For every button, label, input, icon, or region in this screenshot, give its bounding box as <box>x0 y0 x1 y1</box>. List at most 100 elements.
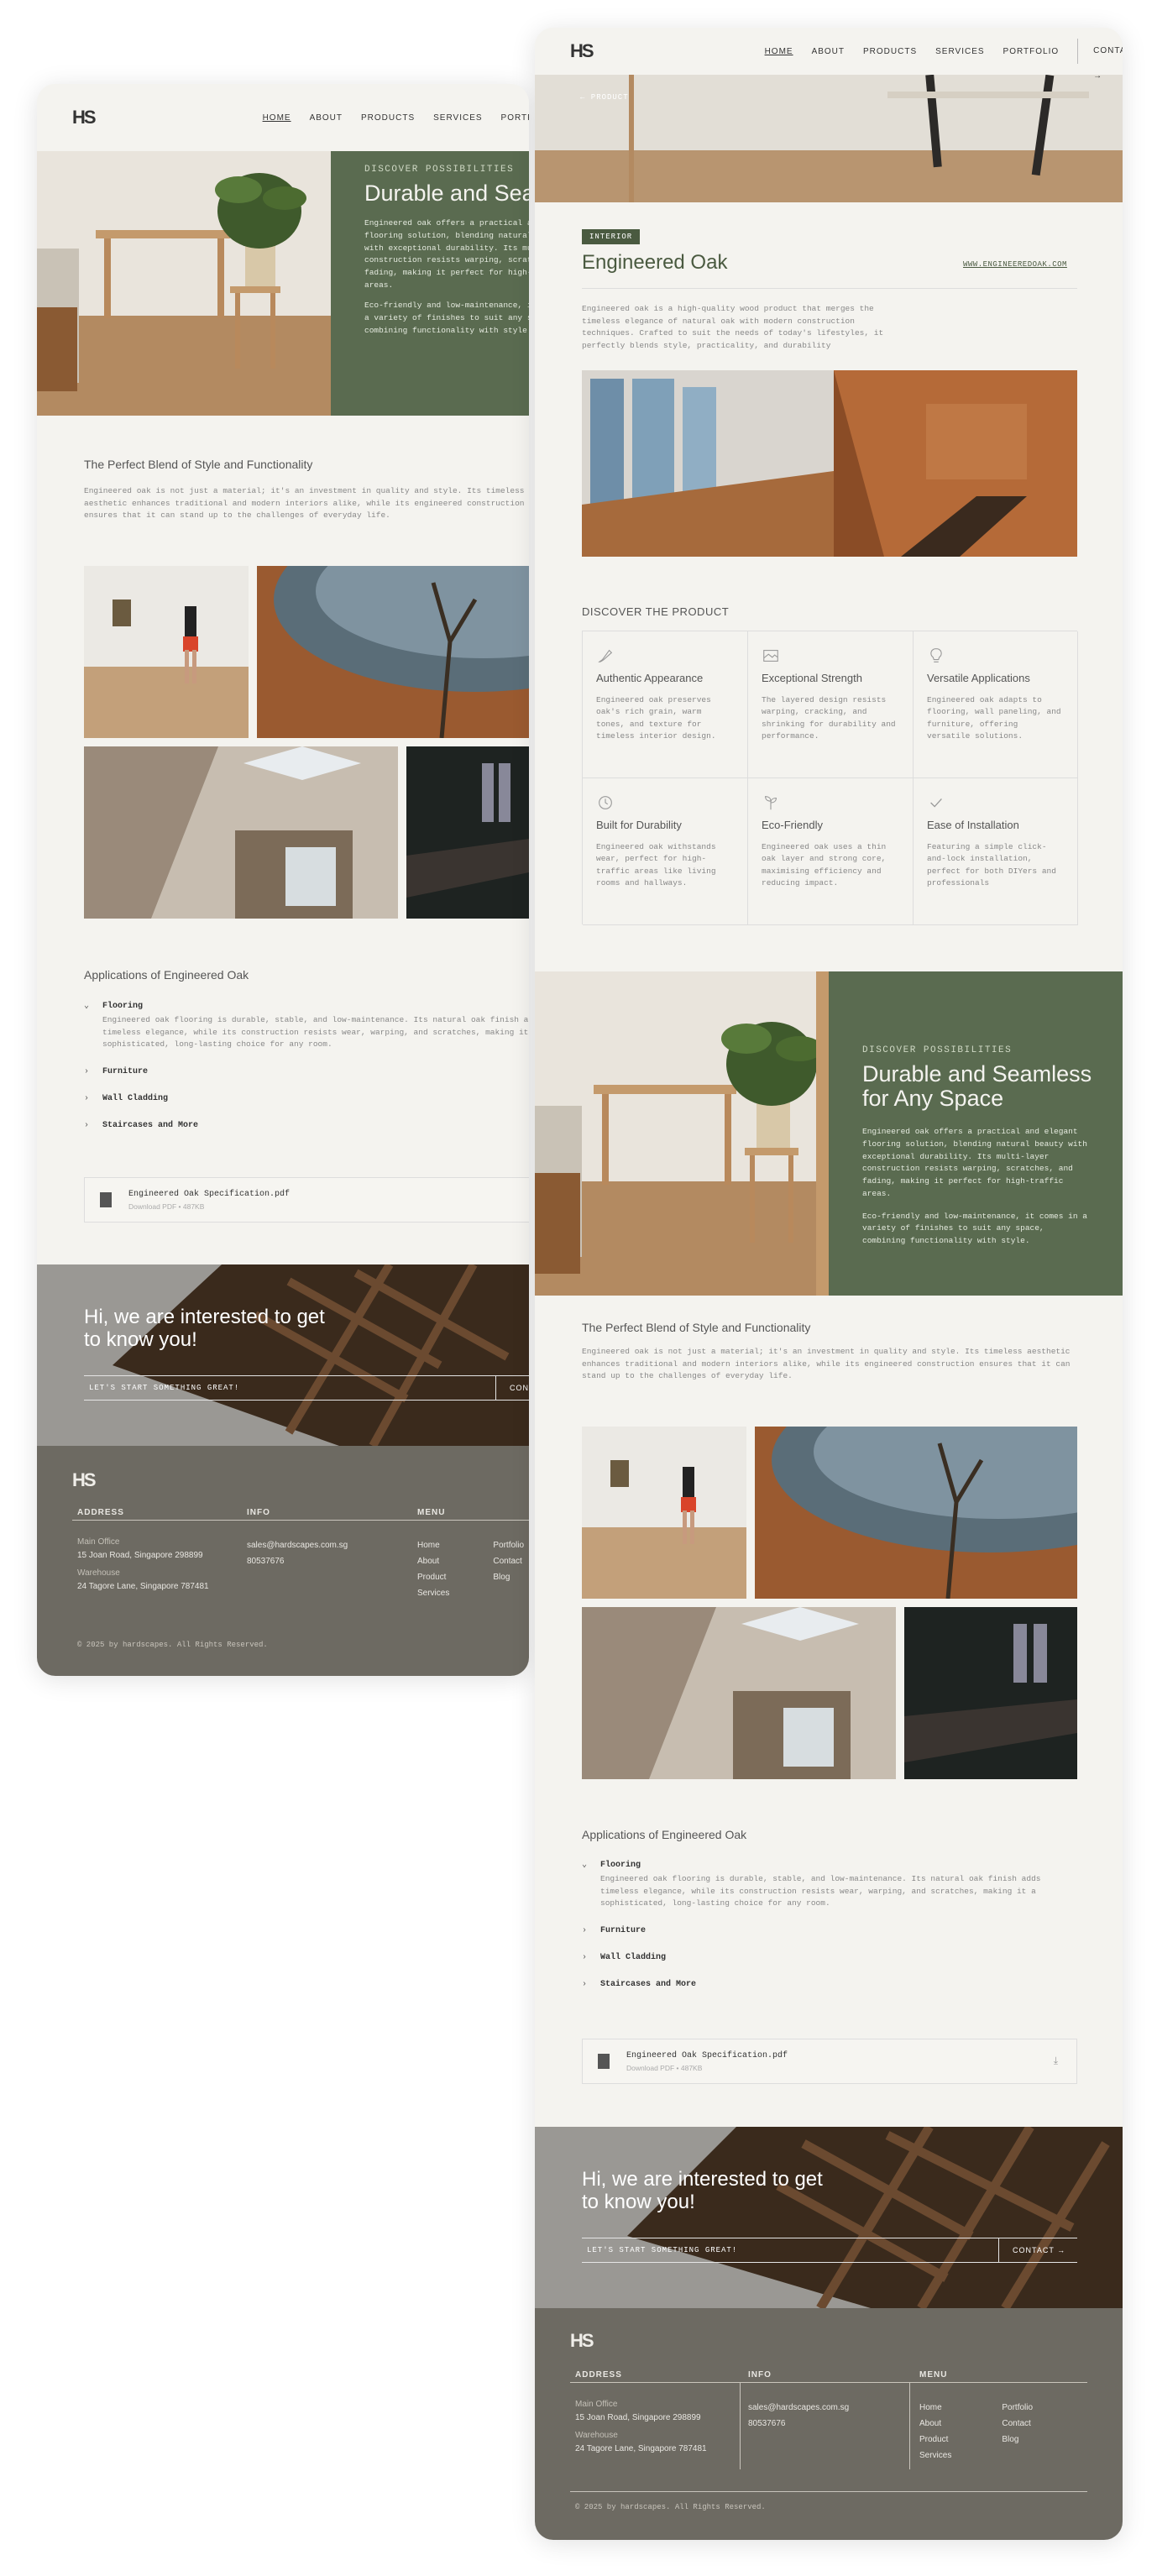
nav-home[interactable]: HOME <box>263 113 291 123</box>
blend-heading: The Perfect Blend of Style and Functiona… <box>582 1321 811 1334</box>
hero-title: Durable and Seamless for Any Space <box>862 1061 1092 1112</box>
hero-panel: DISCOVER POSSIBILITIES Durable and Seaml… <box>829 971 1123 1296</box>
gallery-image-3 <box>582 1607 896 1779</box>
sprout-icon <box>765 796 777 810</box>
product-feature-image <box>582 370 1077 557</box>
top-nav: HS HOME ABOUT PRODUCTS SERVICES PORTFOLI… <box>535 28 1123 81</box>
footer-copyright: © 2025 by hardscapes. All Rights Reserve… <box>575 2503 766 2511</box>
blend-heading: The Perfect Blend of Style and Functiona… <box>84 458 313 471</box>
feature-card: Authentic Appearance Engineered oak pres… <box>583 631 748 778</box>
hero-text: Engineered oak offers a practical and el… <box>862 1127 1087 1198</box>
accordion-flooring-text: Engineered oak flooring is durable, stab… <box>600 1874 1041 1908</box>
pdf-icon <box>100 1192 112 1207</box>
hero-panel: DISCOVER POSSIBILITIES Durable and Seaml… <box>331 131 529 416</box>
product-title: Engineered Oak <box>582 251 728 274</box>
footer: HS ADDRESS Main Office 15 Joan Road, Sin… <box>37 1446 529 1676</box>
download-icon[interactable]: ⤓ <box>1054 2055 1058 2067</box>
hero-kicker: DISCOVER POSSIBILITIES <box>364 165 515 175</box>
footer-info: INFO sales@hardscapes.com.sg 80537676 <box>748 2367 849 2432</box>
accordion-wall-cladding[interactable]: › Wall Cladding <box>582 1944 1077 1971</box>
nav-home[interactable]: HOME <box>765 47 793 56</box>
pdf-meta: Download PDF • 487KB <box>626 2063 703 2072</box>
cta-section: Hi, we are interested to get to know you… <box>535 2127 1123 2308</box>
page-preview-left: HS HOME ABOUT PRODUCTS SERVICES PORTFOLI… <box>37 84 529 1676</box>
nav-portfolio[interactable]: PORTFOLIO <box>1003 47 1060 56</box>
logo[interactable]: HS <box>72 107 97 128</box>
hero-image <box>535 971 829 1296</box>
gallery-image-4 <box>406 746 529 919</box>
footer-logo[interactable]: HS <box>72 1469 97 1491</box>
nav-products[interactable]: PRODUCTS <box>863 47 917 56</box>
feature-card: Ease of Installation Featuring a simple … <box>914 778 1078 925</box>
nav-about[interactable]: ABOUT <box>812 47 845 56</box>
cta-title: Hi, we are interested to get to know you… <box>84 1306 325 1351</box>
hero-image <box>37 131 331 416</box>
pdf-meta: Download PDF • 487KB <box>128 1202 205 1211</box>
cta-title: Hi, we are interested to get to know you… <box>582 2168 823 2213</box>
footer: HS ADDRESS Main Office 15 Joan Road, Sin… <box>535 2308 1123 2540</box>
cta-tagline: LET'S START SOMETHING GREAT! <box>89 1384 240 1392</box>
nav-contact[interactable]: CONTACT → <box>1077 39 1123 81</box>
gallery-image-1 <box>84 566 249 738</box>
nav-about[interactable]: ABOUT <box>310 113 343 123</box>
footer-phone[interactable]: 80537676 <box>748 2416 849 2432</box>
accordion-staircases[interactable]: › Staircases and More <box>582 1971 1077 1997</box>
footer-menu: MENU Home About Product Services Portfolio C… <box>919 2370 1034 2460</box>
nav-links: HOME ABOUT PRODUCTS SERVICES PORTFOLIO <box>765 47 1060 56</box>
footer-address: ADDRESS Main Office 15 Joan Road, Singap… <box>77 1508 209 1591</box>
footer-info: INFO sales@hardscapes.com.sg 80537676 <box>247 1505 348 1569</box>
logo[interactable]: HS <box>570 40 594 62</box>
cta-bar: LET'S START SOMETHING GREAT! CONTACT → <box>582 2238 1077 2263</box>
cta-bar: LET'S START SOMETHING GREAT! CON <box>84 1375 529 1401</box>
feature-grid: Authentic Appearance Engineered oak pres… <box>582 631 1078 925</box>
hero-kicker: DISCOVER POSSIBILITIES <box>862 1045 1013 1055</box>
chevron-right-icon: › <box>582 1925 588 1935</box>
cta-tagline: LET'S START SOMETHING GREAT! <box>587 2246 738 2254</box>
footer-email[interactable]: sales@hardscapes.com.sg <box>247 1537 348 1553</box>
pdf-name: Engineered Oak Specification.pdf <box>128 1189 291 1199</box>
footer-menu: MENU Home About Product Services Portfolio C… <box>417 1508 525 1598</box>
applications-accordion: ⌄ Flooring Engineered oak flooring is dur… <box>84 992 529 1139</box>
cta-section: Hi, we are interested to get to know you… <box>37 1264 529 1446</box>
accordion-wall-cladding[interactable]: › Wall Cladding <box>84 1085 529 1112</box>
history-icon <box>599 796 612 809</box>
product-website-link[interactable]: WWW.ENGINEEREDOAK.COM <box>963 260 1067 269</box>
pdf-download[interactable]: Engineered Oak Specification.pdf Downloa… <box>582 2039 1077 2084</box>
brush-icon <box>598 649 613 662</box>
footer-copyright: © 2025 by hardscapes. All Rights Reserve… <box>77 1641 268 1649</box>
nav-portfolio[interactable]: PORTFOLIO <box>501 113 529 123</box>
bulb-icon <box>930 648 942 662</box>
chevron-right-icon: › <box>84 1066 90 1076</box>
layers-icon <box>763 650 778 662</box>
pdf-icon <box>598 2054 610 2069</box>
accordion-furniture[interactable]: › Furniture <box>582 1917 1077 1944</box>
gallery-image-2 <box>257 566 529 738</box>
hero-title: Durable and Seamless for Any Space <box>364 181 529 206</box>
nav-services[interactable]: SERVICES <box>935 47 984 56</box>
accordion-staircases[interactable]: › Staircases and More <box>84 1112 529 1139</box>
applications-accordion: ⌄ Flooring Engineered oak flooring is dur… <box>582 1851 1077 1997</box>
cta-contact-button[interactable]: CONTACT → <box>998 2238 1065 2262</box>
chevron-right-icon: › <box>84 1093 90 1103</box>
chevron-down-icon: ⌄ <box>582 1861 588 1870</box>
pdf-name: Engineered Oak Specification.pdf <box>626 2050 788 2060</box>
back-link[interactable]: ← PRODUCT <box>580 93 629 102</box>
applications-heading: Applications of Engineered Oak <box>582 1828 747 1841</box>
chevron-right-icon: › <box>582 1979 588 1989</box>
cta-contact-button[interactable]: CON <box>495 1376 529 1400</box>
nav-services[interactable]: SERVICES <box>433 113 482 123</box>
gallery-image-3 <box>84 746 398 919</box>
accordion-furniture[interactable]: › Furniture <box>84 1058 529 1085</box>
accordion-flooring-text: Engineered oak flooring is durable, stab… <box>102 1015 529 1050</box>
feature-card: Versatile Applications Engineered oak ad… <box>914 631 1078 778</box>
feature-card: Eco-Friendly Engineered oak uses a thin … <box>748 778 914 925</box>
nav-links: HOME ABOUT PRODUCTS SERVICES PORTFOLIO <box>263 113 529 123</box>
hero-text-2: Eco-friendly and low-maintenance, it com… <box>364 301 529 335</box>
footer-email[interactable]: sales@hardscapes.com.sg <box>748 2400 849 2416</box>
gallery-image-2 <box>755 1427 1077 1599</box>
gallery-image-1 <box>582 1427 746 1599</box>
footer-phone[interactable]: 80537676 <box>247 1553 348 1569</box>
pdf-download[interactable]: Engineered Oak Specification.pdf Downloa… <box>84 1177 529 1223</box>
footer-logo[interactable]: HS <box>570 2330 594 2352</box>
nav-products[interactable]: PRODUCTS <box>361 113 415 123</box>
